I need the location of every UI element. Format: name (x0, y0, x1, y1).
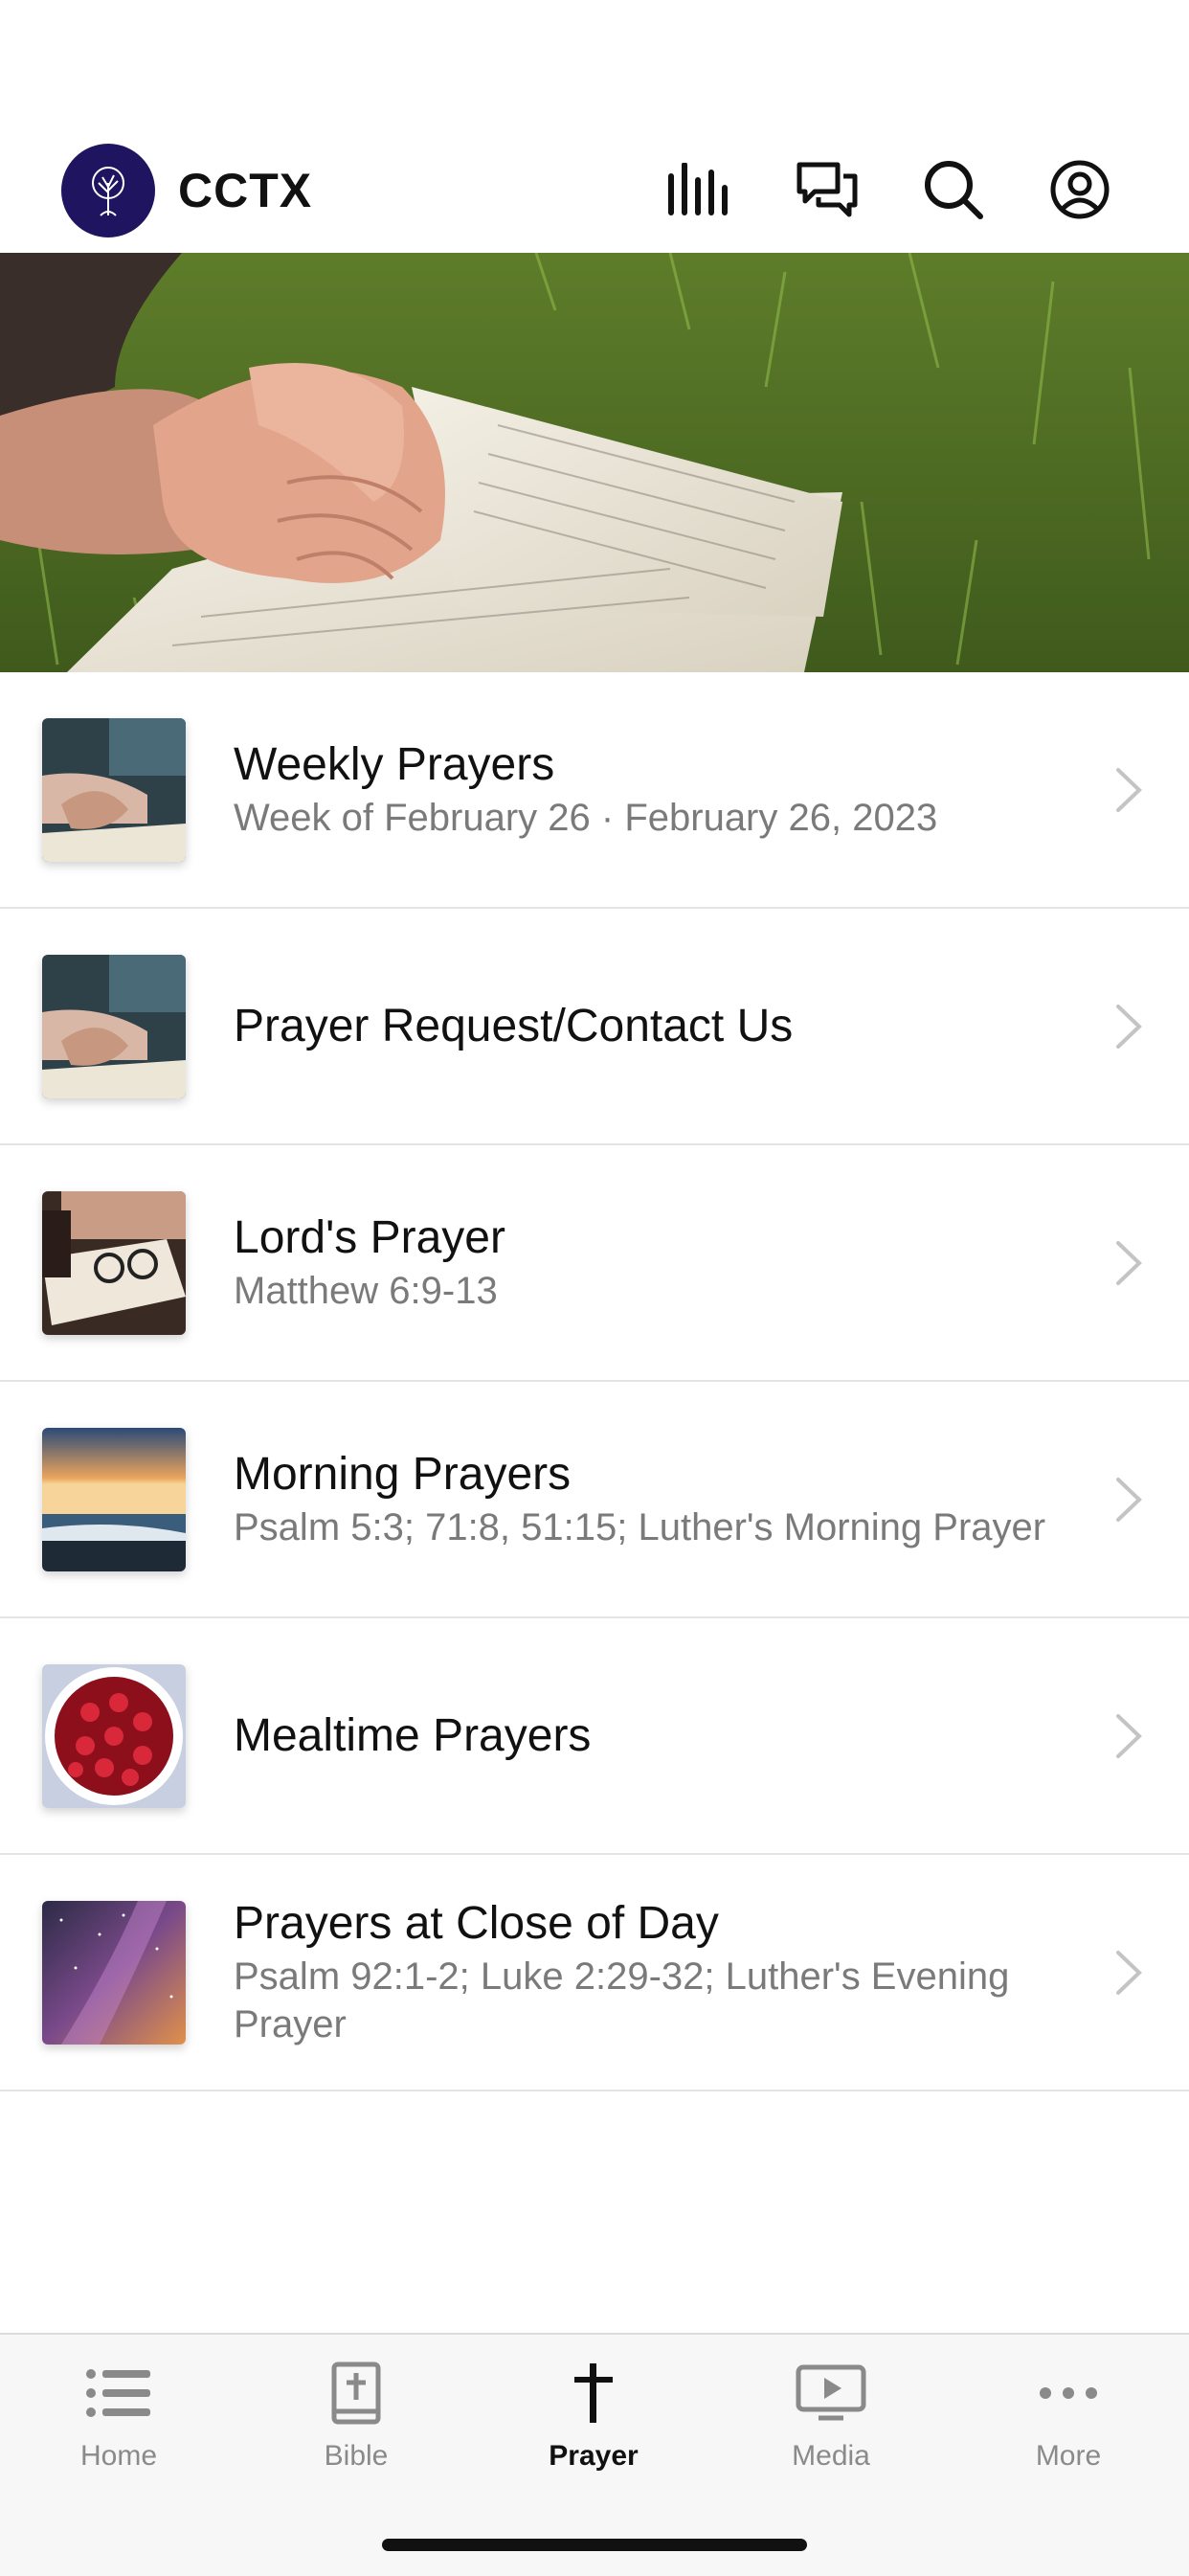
chat-icon[interactable] (793, 155, 862, 224)
list-item-weekly-prayers[interactable]: Weekly Prayers Week of February 26 · Feb… (0, 672, 1189, 909)
list-item-lords-prayer[interactable]: Lord's Prayer Matthew 6:9-13 (0, 1145, 1189, 1382)
app-title: CCTX (178, 164, 313, 217)
tab-label: Prayer (549, 2440, 639, 2472)
tab-label: More (1035, 2440, 1102, 2472)
profile-icon[interactable] (1045, 155, 1114, 224)
chevron-right-icon (1116, 1478, 1142, 1522)
tree-logo-icon[interactable] (61, 144, 155, 237)
chevron-right-icon (1116, 1241, 1142, 1285)
list-item-prayer-request[interactable]: Prayer Request/Contact Us (0, 909, 1189, 1145)
list-item-title: Mealtime Prayers (234, 1709, 592, 1761)
list-item-title: Morning Prayers (234, 1448, 572, 1500)
search-icon[interactable] (919, 155, 988, 224)
hero-image (0, 253, 1189, 672)
prayer-list: Weekly Prayers Week of February 26 · Feb… (0, 672, 1189, 2091)
list-item-mealtime-prayers[interactable]: Mealtime Prayers (0, 1618, 1189, 1855)
list-item-subtitle: Psalm 5:3; 71:8, 51:15; Luther's Morning… (234, 1505, 1046, 1548)
tab-prayer[interactable]: Prayer (507, 2360, 680, 2503)
sunrise-beach-thumbnail (42, 1428, 186, 1571)
tab-bible[interactable]: Bible (270, 2360, 442, 2503)
cherries-bowl-thumbnail (42, 1664, 186, 1808)
list-item-subtitle: Matthew 6:9-13 (234, 1269, 498, 1312)
cross-icon (555, 2360, 632, 2427)
praying-hands-thumbnail (42, 955, 186, 1098)
tab-media[interactable]: Media (745, 2360, 917, 2503)
more-icon (1030, 2360, 1107, 2427)
media-icon (793, 2360, 869, 2427)
list-item-title: Prayer Request/Contact Us (234, 1000, 794, 1051)
list-item-title: Lord's Prayer (234, 1211, 505, 1263)
list-icon (80, 2360, 157, 2427)
bible-glasses-thumbnail (42, 1191, 186, 1335)
night-sky-thumbnail (42, 1901, 186, 2045)
chevron-right-icon (1116, 1951, 1142, 1995)
bible-icon (318, 2360, 394, 2427)
tab-label: Home (79, 2440, 158, 2472)
list-item-close-of-day[interactable]: Prayers at Close of Day Psalm 92:1-2; Lu… (0, 1855, 1189, 2091)
tab-label: Bible (324, 2440, 389, 2472)
chevron-right-icon (1116, 1714, 1142, 1758)
list-item-morning-prayers[interactable]: Morning Prayers Psalm 5:3; 71:8, 51:15; … (0, 1382, 1189, 1618)
home-indicator[interactable] (382, 2539, 807, 2551)
tab-home[interactable]: Home (33, 2360, 205, 2503)
praying-hands-thumbnail (42, 718, 186, 862)
tab-label: Media (792, 2440, 870, 2472)
list-item-title: Prayers at Close of Day (234, 1897, 719, 1949)
list-item-subtitle: Psalm 92:1-2; Luke 2:29-32; Luther's Eve… (234, 1955, 1010, 2045)
chevron-right-icon (1116, 1005, 1142, 1049)
list-item-subtitle: Week of February 26 · February 26, 2023 (234, 796, 938, 839)
stats-icon[interactable] (664, 155, 733, 224)
tab-more[interactable]: More (982, 2360, 1155, 2503)
chevron-right-icon (1116, 768, 1142, 812)
list-item-title: Weekly Prayers (234, 738, 555, 790)
app-header: CCTX (0, 134, 1189, 253)
